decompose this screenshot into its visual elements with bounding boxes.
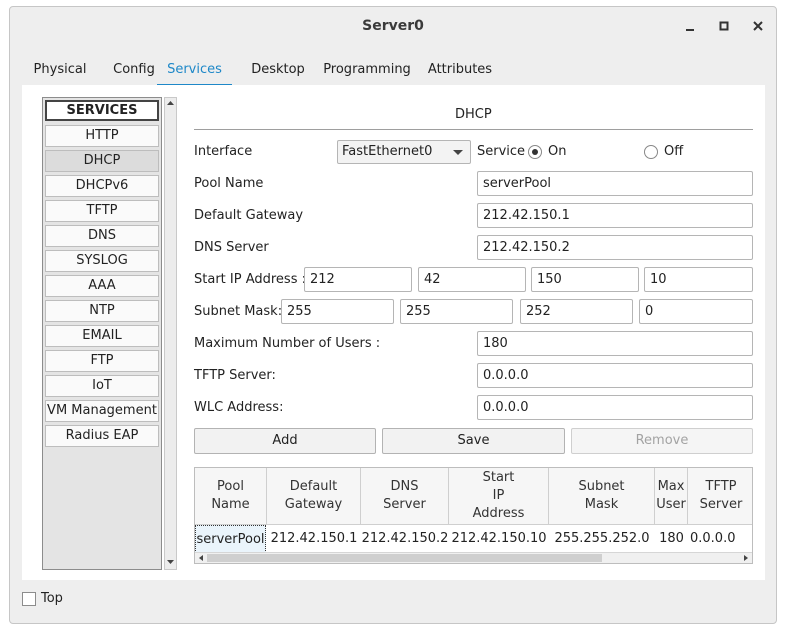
tab-programming[interactable]: Programming — [320, 57, 414, 87]
tab-desktop[interactable]: Desktop — [247, 57, 309, 87]
max-users-input[interactable]: 180 — [477, 331, 753, 356]
maximize-icon — [719, 21, 729, 31]
pool-name-input[interactable]: serverPool — [477, 171, 753, 196]
subnet-mask-octet-2[interactable]: 255 — [400, 299, 513, 324]
tftp-server-label: TFTP Server: — [194, 368, 276, 383]
subnet-mask-octet-1[interactable]: 255 — [281, 299, 394, 324]
service-item-aaa[interactable]: AAA — [45, 275, 159, 297]
dhcp-pools-table: Pool Name Default Gateway DNS Server Sta… — [194, 467, 753, 564]
table-cell-subnet-mask[interactable]: 255.255.252.0 — [549, 525, 655, 553]
table-scroll-thumb[interactable] — [207, 554, 602, 562]
column-header-max-user[interactable]: Max User — [655, 468, 688, 525]
service-item-tftp[interactable]: TFTP — [45, 200, 159, 222]
table-cell-tftp-server[interactable]: 0.0.0.0 — [688, 525, 738, 553]
wlc-address-label: WLC Address: — [194, 400, 284, 415]
default-gateway-input[interactable]: 212.42.150.1 — [477, 203, 753, 228]
interface-select-value: FastEthernet0 — [342, 144, 433, 159]
table-cell-start-ip[interactable]: 212.42.150.10 — [449, 525, 549, 553]
service-item-dns[interactable]: DNS — [45, 225, 159, 247]
scroll-left-icon — [199, 555, 203, 561]
service-item-dhcp[interactable]: DHCP — [45, 150, 159, 172]
service-item-http[interactable]: HTTP — [45, 125, 159, 147]
column-header-pool-name[interactable]: Pool Name — [195, 468, 267, 525]
dns-server-input[interactable]: 212.42.150.2 — [477, 235, 753, 260]
table-cell-pool-name[interactable]: serverPool — [195, 525, 266, 553]
tab-config[interactable]: Config — [108, 57, 160, 87]
service-off-radio[interactable] — [644, 145, 658, 159]
column-header-tftp-server[interactable]: TFTP Server — [688, 468, 752, 525]
max-users-label: Maximum Number of Users : — [194, 336, 381, 351]
table-cell-max-user[interactable]: 180 — [655, 525, 688, 553]
tftp-server-input[interactable]: 0.0.0.0 — [477, 363, 753, 388]
interface-label: Interface — [194, 144, 253, 159]
column-header-subnet-mask[interactable]: Subnet Mask — [549, 468, 655, 525]
wlc-address-input[interactable]: 0.0.0.0 — [477, 395, 753, 420]
start-ip-octet-3[interactable]: 150 — [531, 267, 639, 292]
services-scrollbar[interactable] — [164, 97, 177, 570]
tab-physical[interactable]: Physical — [30, 57, 90, 87]
service-item-vm-management[interactable]: VM Management — [45, 400, 159, 422]
table-horizontal-scrollbar[interactable] — [195, 552, 752, 563]
start-ip-label: Start IP Address : — [194, 272, 306, 287]
title-bar: Server0 — [10, 7, 776, 47]
service-label: Service — [477, 144, 526, 159]
services-header: SERVICES — [45, 100, 159, 121]
column-header-start-ip[interactable]: Start IP Address — [449, 468, 549, 525]
table-cell-default-gateway[interactable]: 212.42.150.1 — [267, 525, 361, 553]
window-title: Server0 — [362, 18, 424, 34]
scroll-down-icon — [167, 560, 174, 564]
dns-server-label: DNS Server — [194, 240, 269, 255]
subnet-mask-octet-3[interactable]: 252 — [520, 299, 633, 324]
default-gateway-label: Default Gateway — [194, 208, 304, 223]
remove-button[interactable]: Remove — [571, 428, 753, 454]
service-item-email[interactable]: EMAIL — [45, 325, 159, 347]
start-ip-octet-4[interactable]: 10 — [644, 267, 753, 292]
pool-name-label: Pool Name — [194, 176, 264, 191]
service-item-dhcpv6[interactable]: DHCPv6 — [45, 175, 159, 197]
subnet-mask-label: Subnet Mask: — [194, 304, 283, 319]
service-on-label: On — [548, 144, 567, 159]
subnet-mask-octet-4[interactable]: 0 — [639, 299, 753, 324]
service-off-label: Off — [664, 144, 684, 159]
dhcp-divider — [194, 129, 753, 130]
service-item-radius-eap[interactable]: Radius EAP — [45, 425, 159, 447]
table-cell-dns-server[interactable]: 212.42.150.2 — [361, 525, 449, 553]
scroll-right-icon — [744, 555, 748, 561]
start-ip-octet-1[interactable]: 212 — [304, 267, 412, 292]
tab-attributes[interactable]: Attributes — [423, 57, 497, 87]
tab-services[interactable]: Services — [157, 57, 232, 87]
top-checkbox[interactable] — [22, 592, 36, 606]
close-icon — [753, 21, 763, 31]
service-on-radio[interactable] — [528, 145, 542, 159]
scroll-up-icon — [167, 101, 174, 105]
maximize-button[interactable] — [713, 15, 735, 37]
server-window: Server0 Physical Config Services Desktop… — [9, 6, 777, 624]
minimize-icon — [686, 29, 694, 31]
services-panel: SERVICES HTTP DHCP DHCPv6 TFTP DNS SYSLO… — [22, 85, 765, 580]
service-item-iot[interactable]: IoT — [45, 375, 159, 397]
interface-select[interactable]: FastEthernet0 — [337, 140, 471, 164]
services-list: SERVICES HTTP DHCP DHCPv6 TFTP DNS SYSLO… — [42, 97, 162, 570]
close-button[interactable] — [747, 15, 769, 37]
top-checkbox-label: Top — [41, 591, 63, 606]
start-ip-octet-2[interactable]: 42 — [418, 267, 526, 292]
add-button[interactable]: Add — [194, 428, 376, 454]
service-item-ftp[interactable]: FTP — [45, 350, 159, 372]
column-header-default-gateway[interactable]: Default Gateway — [267, 468, 361, 525]
column-header-dns-server[interactable]: DNS Server — [361, 468, 449, 525]
chevron-down-icon — [453, 150, 463, 155]
dhcp-title: DHCP — [455, 107, 492, 122]
service-item-syslog[interactable]: SYSLOG — [45, 250, 159, 272]
service-item-ntp[interactable]: NTP — [45, 300, 159, 322]
minimize-button[interactable] — [679, 15, 701, 37]
save-button[interactable]: Save — [382, 428, 565, 454]
